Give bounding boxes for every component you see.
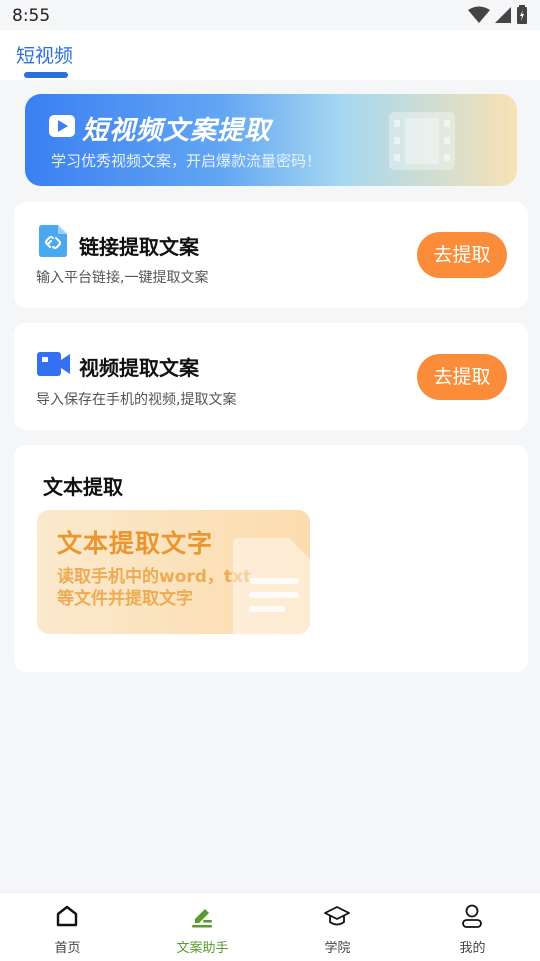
nav-mine[interactable]: 我的 [405,893,540,961]
text-tile-title: 文本提取文字 [57,529,214,558]
video-extract-card: 视频提取文案 导入保存在手机的视频,提取文案 去提取 [14,323,528,430]
tab-label: 短视频 [16,45,74,67]
nav-home[interactable]: 首页 [0,893,135,961]
bottom-nav: 首页 文案助手 学院 我的 [0,892,540,961]
tab-indicator [24,72,68,78]
nav-mine-label: 我的 [459,941,486,956]
nav-academy-label: 学院 [324,941,351,956]
banner-subtitle: 学习优秀视频文案，开启爆款流量密码！ [51,152,322,170]
edit-icon [192,909,212,928]
link-extract-desc: 输入平台链接,一键提取文案 [36,270,209,286]
text-extract-card: 文本提取 文本提取文字 读取手机中的word，txt等文件并提取文字 [14,445,528,672]
status-icons [468,5,528,25]
top-tab-bar: 短视频 [0,30,540,80]
user-icon [462,904,482,928]
play-icon [49,115,75,137]
signal-icon [495,7,511,23]
graduation-cap-icon [324,906,350,926]
wifi-icon [468,6,490,23]
video-extract-button[interactable]: 去提取 [417,354,507,400]
text-tile-desc: 读取手机中的word，txt等文件并提取文字 [57,567,252,609]
link-extract-card: 链接提取文案 输入平台链接,一键提取文案 去提取 [14,202,528,308]
banner-title: 短视频文案提取 [82,116,272,146]
link-extract-title: 链接提取文案 [79,235,199,259]
status-time: 8:55 [12,6,51,26]
document-icon [233,538,310,634]
text-extract-tile[interactable]: 文本提取文字 读取手机中的word，txt等文件并提取文字 [37,510,310,634]
nav-copy-assistant[interactable]: 文案助手 [135,893,270,961]
nav-home-label: 首页 [54,941,81,956]
link-extract-button[interactable]: 去提取 [417,232,507,278]
status-bar: 8:55 [0,0,540,30]
promo-banner[interactable]: 短视频文案提取 学习优秀视频文案，开启爆款流量密码！ [25,94,517,186]
video-camera-icon [37,352,70,376]
text-extract-title: 文本提取 [43,475,123,499]
nav-copy-assistant-label: 文案助手 [176,941,229,956]
home-icon [56,905,78,927]
film-icon [389,112,455,170]
link-file-icon [39,225,67,257]
video-extract-desc: 导入保存在手机的视频,提取文案 [36,392,237,408]
battery-icon [517,5,527,24]
video-extract-title: 视频提取文案 [79,356,199,380]
nav-academy[interactable]: 学院 [270,893,405,961]
